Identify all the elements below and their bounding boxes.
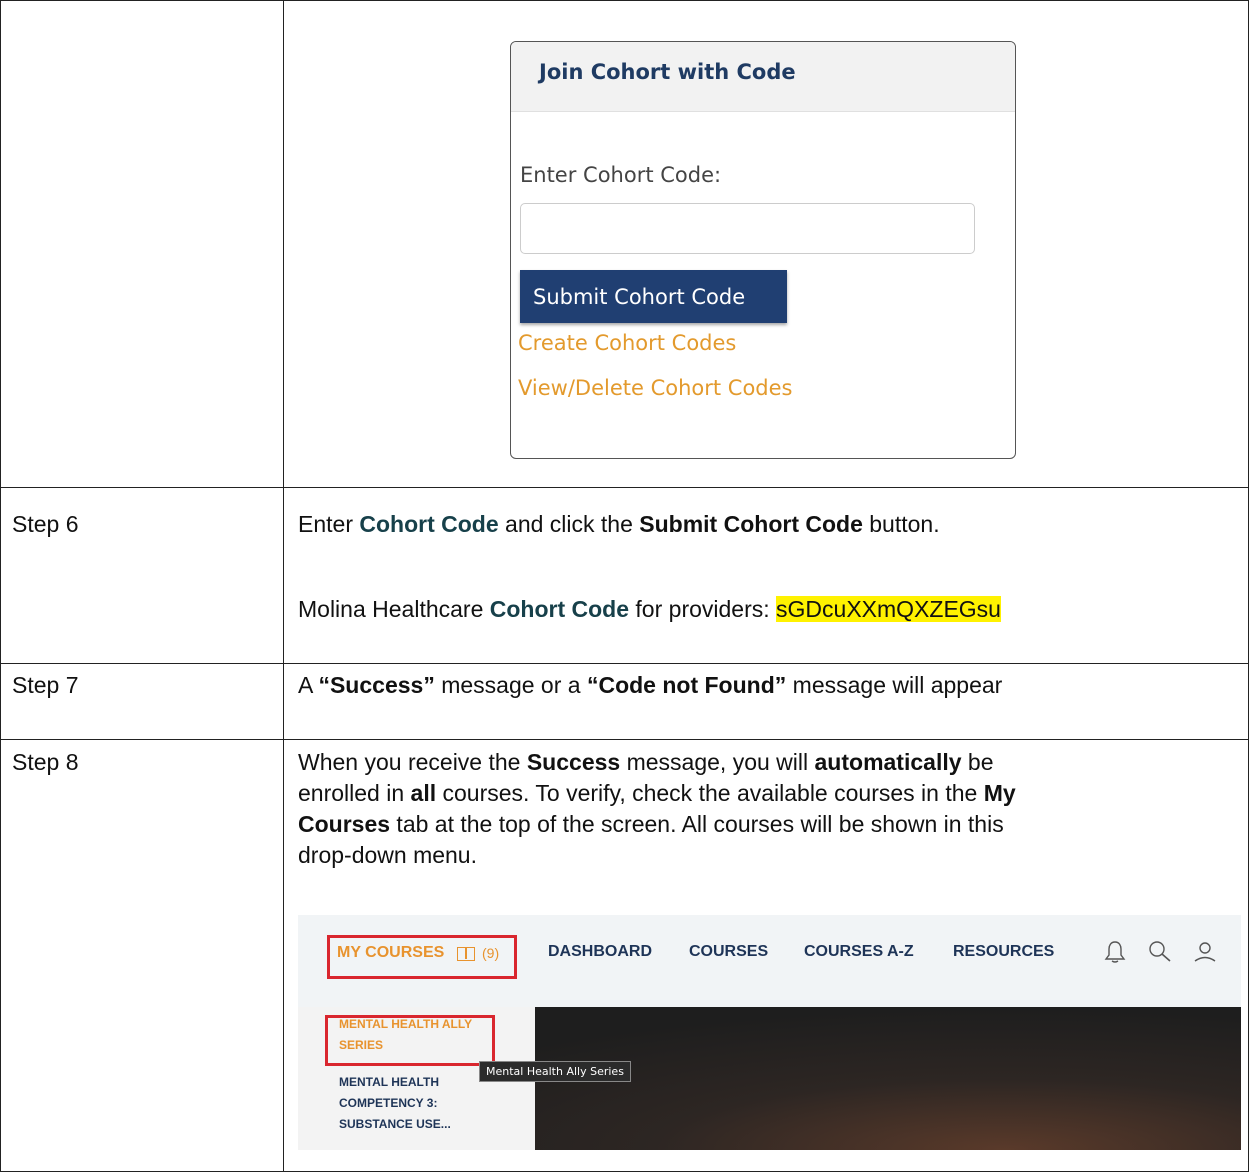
text: button. (862, 511, 940, 537)
step-8-line-4: drop-down menu. (298, 840, 477, 871)
step-6-line-2: Molina Healthcare Cohort Code for provid… (298, 594, 1001, 625)
term-submit-button: Submit Cohort Code (639, 511, 863, 537)
table-row-divider (0, 663, 1249, 664)
term: My (983, 780, 1016, 806)
table-border-left (0, 0, 1, 1172)
term-success: “Success” (318, 672, 435, 698)
step-8-line-3: Courses tab at the top of the screen. Al… (298, 809, 1004, 840)
nav-resources[interactable]: RESOURCES (953, 943, 1054, 961)
step-label: Step 6 (12, 511, 79, 537)
cohort-code-input[interactable] (520, 203, 975, 254)
dropdown-item-competency-3[interactable]: MENTAL HEALTH COMPETENCY 3: SUBSTANCE US… (339, 1072, 451, 1135)
tooltip: Mental Health Ally Series (479, 1061, 631, 1082)
text: for providers: (629, 596, 777, 622)
table-column-divider (283, 0, 284, 1172)
table-row-divider (0, 739, 1249, 740)
top-nav: MY COURSES (9) DASHBOARD COURSES COURSES… (298, 915, 1241, 1007)
text: A (298, 672, 319, 698)
text: message, you will (620, 749, 815, 775)
step-8-line-1: When you receive the Success message, yo… (298, 747, 994, 778)
join-cohort-card: Join Cohort with Code Enter Cohort Code:… (510, 41, 1016, 459)
text: Molina Healthcare (298, 596, 490, 622)
dropdown-highlight-box (325, 1015, 495, 1066)
table-border-top (0, 0, 1249, 1)
submit-cohort-code-button[interactable]: Submit Cohort Code (520, 270, 787, 323)
dropdown-item-label: MENTAL HEALTH (339, 1075, 439, 1089)
step-6-line-1: Enter Cohort Code and click the Submit C… (298, 509, 940, 540)
dropdown-item-label: COMPETENCY 3: (339, 1096, 438, 1110)
card-header: Join Cohort with Code (511, 42, 1015, 112)
nav-my-courses[interactable]: MY COURSES (9) (327, 935, 517, 979)
text: message will appear (786, 672, 1003, 698)
dropdown-item-label: SUBSTANCE USE... (339, 1117, 451, 1131)
table-row-divider (0, 487, 1249, 488)
nav-my-courses-label: MY COURSES (337, 944, 445, 961)
nav-courses[interactable]: COURSES (689, 943, 768, 961)
nav-my-courses-count: (9) (482, 945, 500, 961)
term: automatically (814, 749, 962, 775)
cohort-code-label: Enter Cohort Code: (520, 163, 722, 187)
text: tab at the top of the screen. All course… (390, 811, 1004, 837)
card-title: Join Cohort with Code (539, 60, 796, 84)
text: drop-down menu. (298, 842, 477, 868)
bell-icon[interactable] (1104, 940, 1126, 969)
step-label: Step 8 (12, 749, 79, 775)
view-delete-cohort-codes-link[interactable]: View/Delete Cohort Codes (518, 376, 793, 400)
text: and click the (498, 511, 640, 537)
user-icon[interactable] (1193, 940, 1217, 969)
term: all (410, 780, 437, 806)
text: When you receive the (298, 749, 527, 775)
text: Enter (298, 511, 360, 537)
step-label: Step 7 (12, 672, 79, 698)
text: be (961, 749, 994, 775)
step-7-text: A “Success” message or a “Code not Found… (298, 670, 1002, 701)
step-8-line-2: enrolled in all courses. To verify, chec… (298, 778, 1016, 809)
term: Success (526, 749, 621, 775)
book-icon (457, 947, 475, 961)
nav-dashboard[interactable]: DASHBOARD (548, 943, 652, 961)
nav-courses-az[interactable]: COURSES A-Z (804, 943, 914, 961)
term-cohort-code: Cohort Code (489, 596, 630, 622)
my-courses-screenshot: MY COURSES (9) DASHBOARD COURSES COURSES… (298, 915, 1241, 1150)
term-cohort-code: Cohort Code (359, 511, 499, 537)
text: courses. To verify, check the available … (436, 780, 984, 806)
text: enrolled in (298, 780, 411, 806)
search-icon[interactable] (1148, 940, 1172, 969)
term-code-not-found: “Code not Found” (586, 672, 787, 698)
cohort-code-value: sGDcuXXmQXZEGsu (776, 596, 1001, 622)
term: Courses (298, 811, 391, 837)
create-cohort-codes-link[interactable]: Create Cohort Codes (518, 331, 736, 355)
text: message or a (434, 672, 587, 698)
